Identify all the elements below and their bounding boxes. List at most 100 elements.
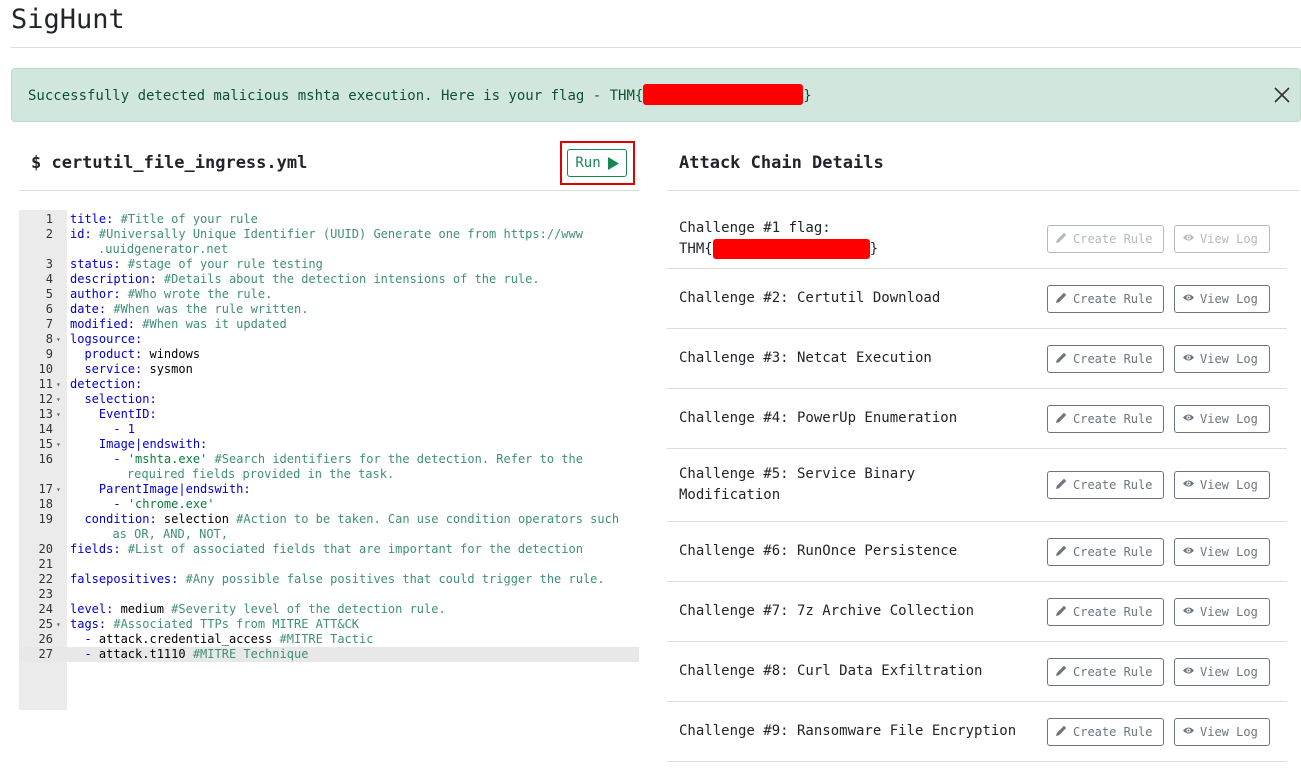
eye-icon — [1182, 604, 1195, 620]
code-text: detection: — [70, 377, 143, 391]
line-number: 26 — [38, 632, 53, 646]
code-line: 6 date: #When was the rule written. — [19, 302, 639, 317]
redacted-flag — [643, 84, 804, 105]
code-line: 27 - attack.t1110 #MITRE Technique — [19, 647, 639, 662]
challenge-label: Challenge #6: RunOnce Persistence — [679, 542, 958, 559]
code-line: 2 id: #Universally Unique Identifier (UUI… — [19, 227, 639, 257]
code-text: author: #Who wrote the rule. — [70, 287, 273, 301]
fold-toggle-icon[interactable]: ▾ — [56, 482, 61, 497]
code-line: 1 title: #Title of your rule — [19, 212, 639, 227]
view-log-button[interactable]: View Log — [1174, 537, 1270, 566]
line-number: 10 — [38, 362, 53, 376]
view-log-button[interactable]: View Log — [1174, 657, 1270, 686]
challenge-label: Challenge #7: 7z Archive Collection — [679, 602, 975, 619]
code-lines: 1 title: #Title of your rule 2 id: #Univers… — [19, 212, 639, 662]
code-line: 26 - attack.credential_access #MITRE Tac… — [19, 632, 639, 647]
create-rule-button[interactable]: Create Rule — [1047, 284, 1164, 313]
challenge-row: Challenge #5: Service Binary Modification… — [667, 449, 1287, 522]
create-rule-button[interactable]: Create Rule — [1047, 597, 1164, 626]
code-line: 11 ▾ detection: — [19, 377, 639, 392]
challenge-label: Challenge #5: Service Binary Modification — [679, 466, 916, 503]
line-number: 8 — [45, 332, 53, 346]
line-number: 7 — [45, 317, 53, 331]
challenge-label: Challenge #8: Curl Data Exfiltration — [679, 662, 983, 679]
challenge-row: Challenge #4: PowerUp Enumeration Create … — [667, 389, 1287, 449]
close-alert-button[interactable] — [1272, 85, 1292, 105]
view-log-button[interactable]: View Log — [1174, 471, 1270, 499]
view-log-button[interactable]: View Log — [1174, 284, 1270, 313]
code-line: 20 fields: #List of associated fields tha… — [19, 542, 639, 557]
play-icon — [607, 156, 619, 170]
challenge-row: Challenge #9: Ransomware File Encryption… — [667, 702, 1287, 762]
code-text: - attack.credential_access #MITRE Tactic — [70, 632, 374, 646]
code-text: - 'mshta.exe' #Search identifiers for th… — [70, 452, 583, 481]
pencil-icon — [1055, 544, 1068, 560]
line-number: 25 — [38, 617, 53, 631]
code-line: 17 ▾ ParentImage|endswith: — [19, 482, 639, 497]
run-highlight: Run — [560, 141, 635, 185]
line-number: 11 — [38, 377, 53, 391]
code-text: selection: — [70, 392, 157, 406]
create-rule-button[interactable]: Create Rule — [1047, 717, 1164, 746]
create-rule-button[interactable]: Create Rule — [1047, 657, 1164, 686]
create-rule-button[interactable]: Create Rule — [1047, 404, 1164, 433]
code-line: 23 — [19, 587, 639, 602]
eye-icon — [1182, 724, 1195, 740]
code-line: 12 ▾ selection: — [19, 392, 639, 407]
create-rule-button[interactable]: Create Rule — [1047, 344, 1164, 373]
code-line: 9 product: windows — [19, 347, 639, 362]
code-text: falsepositives: #Any possible false posi… — [70, 572, 605, 586]
fold-toggle-icon[interactable]: ▾ — [56, 392, 61, 407]
code-text: - attack.t1110 #MITRE Technique — [70, 647, 309, 661]
code-line: 18 - 'chrome.exe' — [19, 497, 639, 512]
code-text: title: #Title of your rule — [70, 212, 258, 226]
eye-icon — [1182, 291, 1195, 307]
fold-toggle-icon[interactable]: ▾ — [56, 407, 61, 422]
line-number: 23 — [38, 587, 53, 601]
success-alert: Successfully detected malicious mshta ex… — [11, 68, 1301, 122]
code-line: 21 — [19, 557, 639, 572]
line-number: 1 — [45, 212, 53, 226]
line-number: 14 — [38, 422, 53, 436]
create-rule-button[interactable]: Create Rule — [1047, 224, 1164, 253]
line-number: 6 — [45, 302, 53, 316]
view-log-button[interactable]: View Log — [1174, 597, 1270, 626]
line-number: 17 — [38, 482, 53, 496]
create-rule-button[interactable]: Create Rule — [1047, 537, 1164, 566]
fold-toggle-icon[interactable]: ▾ — [56, 437, 61, 452]
create-rule-button[interactable]: Create Rule — [1047, 471, 1164, 499]
eye-icon — [1182, 477, 1195, 493]
line-number: 18 — [38, 497, 53, 511]
run-button[interactable]: Run — [567, 149, 627, 177]
code-editor[interactable]: 1 title: #Title of your rule 2 id: #Univers… — [19, 210, 639, 710]
challenge-label: Challenge #9: Ransomware File Encryption — [679, 722, 1017, 739]
fold-toggle-icon[interactable]: ▾ — [56, 332, 61, 347]
line-number: 20 — [38, 542, 53, 556]
code-text: - 'chrome.exe' — [70, 497, 215, 511]
pencil-icon — [1055, 477, 1068, 493]
view-log-button[interactable]: View Log — [1174, 404, 1270, 433]
code-text: date: #When was the rule written. — [70, 302, 309, 316]
code-line: 22 falsepositives: #Any possible false po… — [19, 572, 639, 587]
code-text: logsource: — [70, 332, 143, 346]
line-number: 27 — [38, 647, 53, 661]
code-line: 13 ▾ EventID: — [19, 407, 639, 422]
view-log-button[interactable]: View Log — [1174, 717, 1270, 746]
fold-toggle-icon[interactable]: ▾ — [56, 377, 61, 392]
redacted-flag — [712, 238, 870, 259]
file-name: $ certutil_file_ingress.yml — [31, 153, 308, 173]
code-line: 24 level: medium #Severity level of the d… — [19, 602, 639, 617]
line-number: 3 — [45, 257, 53, 271]
challenge-row: Challenge #6: RunOnce Persistence Create … — [667, 522, 1287, 582]
fold-toggle-icon[interactable]: ▾ — [56, 617, 61, 632]
challenge-label: Challenge #4: PowerUp Enumeration — [679, 409, 958, 426]
code-text: service: sysmon — [70, 362, 193, 376]
line-number: 12 — [38, 392, 53, 406]
view-log-button[interactable]: View Log — [1174, 344, 1270, 373]
code-text: Image|endswith: — [70, 437, 208, 451]
code-line: 19 condition: selection #Action to be ta… — [19, 512, 639, 542]
view-log-button[interactable]: View Log — [1174, 224, 1270, 253]
code-line: 5 author: #Who wrote the rule. — [19, 287, 639, 302]
challenge-row: Challenge #8: Curl Data Exfiltration Crea… — [667, 642, 1287, 702]
challenge-label: Challenge #1 flag: THM{} — [679, 219, 879, 259]
